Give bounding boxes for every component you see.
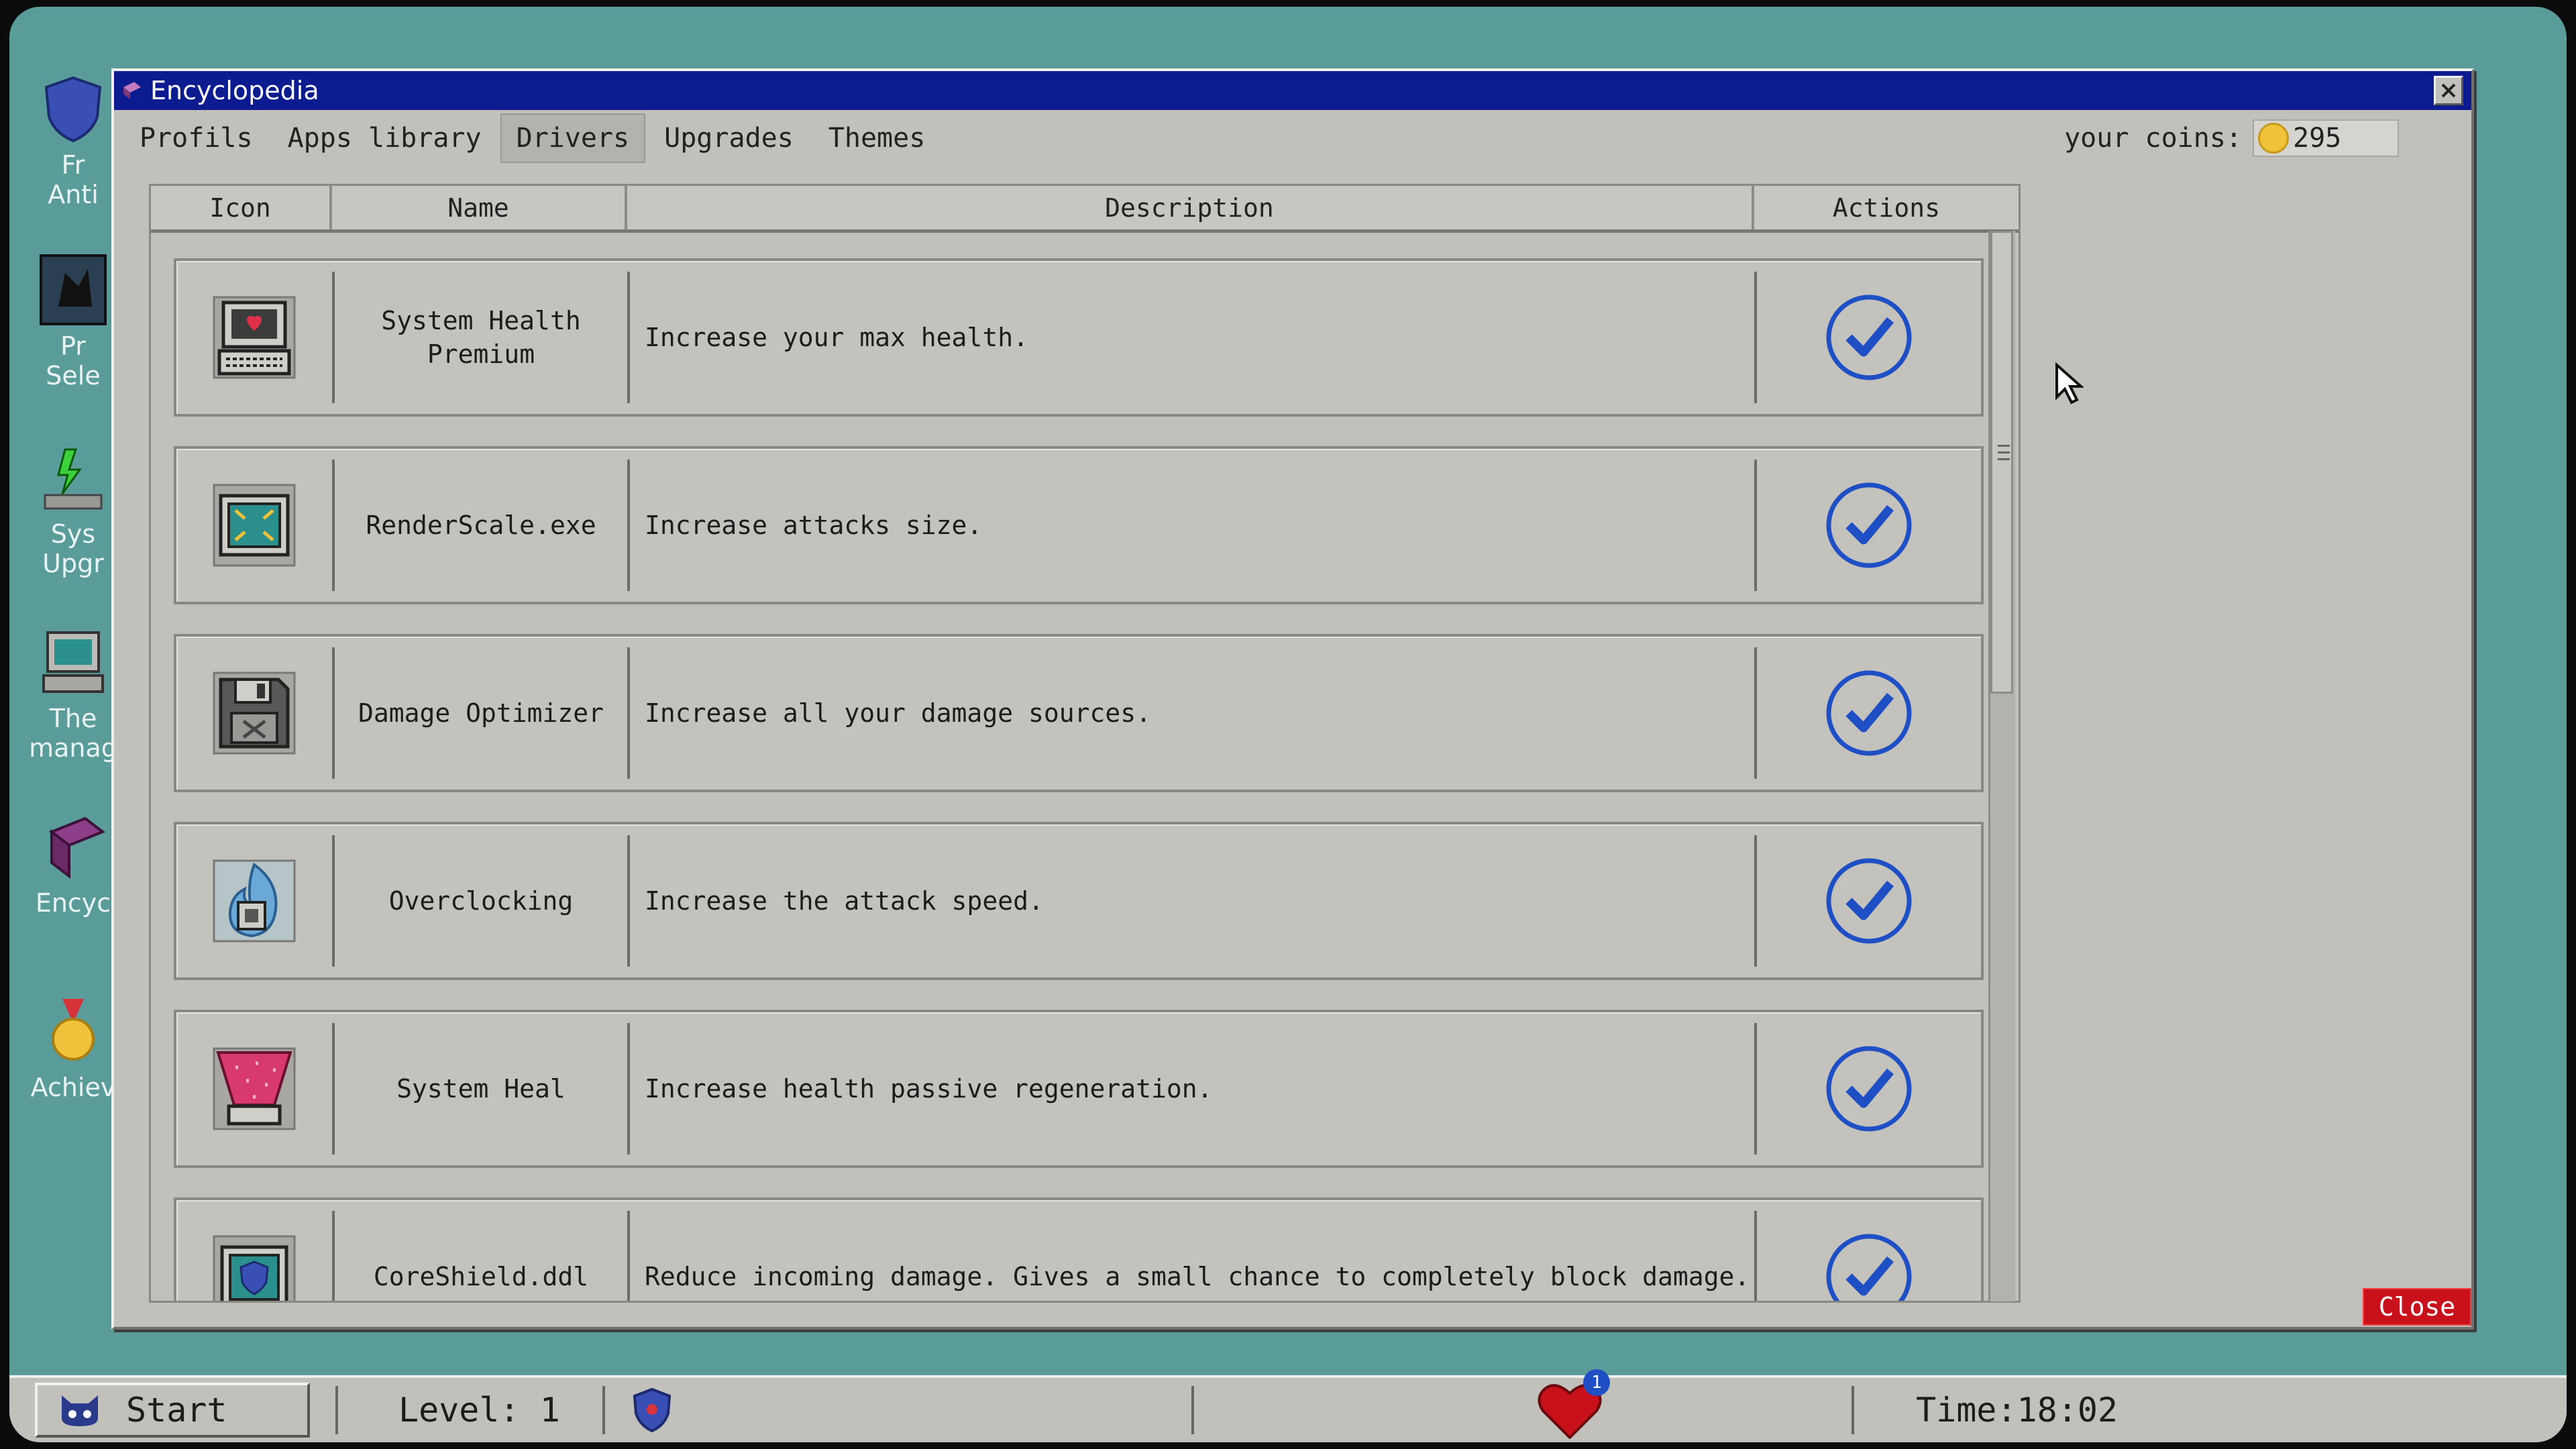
health-monitor-icon <box>213 296 296 379</box>
header-actions[interactable]: Actions <box>1754 186 2019 229</box>
theme-manager-icon <box>38 627 108 697</box>
menu-apps-library[interactable]: Apps library <box>272 113 498 163</box>
vertical-scrollbar[interactable] <box>1988 231 2015 1301</box>
row-description: Increase all your damage sources. <box>630 647 1757 779</box>
header-icon[interactable]: Icon <box>151 186 332 229</box>
row-description: Increase your max health. <box>630 272 1757 403</box>
table-row: System Health Premium Increase your max … <box>174 258 1984 417</box>
drivers-table: Icon Name Description Actions System Hea… <box>149 184 2021 1303</box>
check-button[interactable] <box>1825 1044 1913 1133</box>
row-description: Increase attacks size. <box>630 460 1757 591</box>
row-name: Overclocking <box>335 835 630 967</box>
check-button[interactable] <box>1825 1232 1913 1303</box>
level-indicator: Level: 1 <box>398 1391 560 1430</box>
start-button[interactable]: Start <box>35 1383 310 1438</box>
floppy-disk-icon <box>213 672 296 755</box>
check-button[interactable] <box>1825 293 1913 382</box>
start-label: Start <box>126 1391 227 1430</box>
menu-profils[interactable]: Profils <box>123 113 269 163</box>
game-clock: Time:18:02 <box>1916 1391 2118 1430</box>
health-heart: 1 <box>1538 1369 1610 1439</box>
menu-upgrades[interactable]: Upgrades <box>648 113 810 163</box>
coins-value: 295 <box>2293 123 2342 154</box>
window-titlebar[interactable]: Encyclopedia <box>114 71 2471 110</box>
close-button[interactable]: Close <box>2363 1288 2471 1326</box>
row-description: Increase the attack speed. <box>630 835 1757 967</box>
render-scale-icon <box>213 484 296 567</box>
core-shield-icon <box>213 1235 296 1301</box>
menu-bar: Profils Apps library Drivers Upgrades Th… <box>114 110 2471 166</box>
check-button[interactable] <box>1825 857 1913 945</box>
heal-beam-icon <box>213 1047 296 1130</box>
coins-display: your coins: 295 <box>2064 119 2399 157</box>
medal-icon <box>38 996 108 1066</box>
window-close-button[interactable] <box>2434 76 2463 105</box>
table-row: Overclocking Increase the attack speed. <box>174 822 1984 980</box>
table-rows: System Health Premium Increase your max … <box>174 258 1984 1303</box>
mouse-cursor-icon <box>2055 362 2084 405</box>
check-button[interactable] <box>1825 669 1913 757</box>
table-row: RenderScale.exe Increase attacks size. <box>174 446 1984 604</box>
shield-app-icon <box>38 74 108 144</box>
row-name: System Heal <box>335 1023 630 1155</box>
table-row: Damage Optimizer Increase all your damag… <box>174 634 1984 792</box>
profile-cat-icon <box>38 254 108 325</box>
system-upgrade-icon <box>38 443 108 513</box>
table-row: CoreShield.ddl Reduce incoming damage. G… <box>174 1197 1984 1303</box>
desktop: Fr Anti Pr Sele Sys Upgr The manag Encyc <box>9 7 2567 1442</box>
encyclopedia-window: Encyclopedia Profils Apps library Driver… <box>111 68 2474 1330</box>
book-icon <box>38 812 108 881</box>
row-name: RenderScale.exe <box>335 460 630 591</box>
menu-drivers[interactable]: Drivers <box>500 113 646 163</box>
menu-themes[interactable]: Themes <box>812 113 942 163</box>
window-title: Encyclopedia <box>150 76 319 105</box>
encyclopedia-app-icon <box>121 79 144 102</box>
coins-box: 295 <box>2253 119 2399 157</box>
row-name: System Health Premium <box>335 272 630 403</box>
row-name: Damage Optimizer <box>335 647 630 779</box>
close-icon <box>2441 83 2456 98</box>
flame-chip-icon <box>213 859 296 943</box>
antivirus-shield-icon[interactable] <box>631 1387 674 1434</box>
coins-label: your coins: <box>2064 123 2242 154</box>
header-name[interactable]: Name <box>332 186 627 229</box>
header-description[interactable]: Description <box>627 186 1754 229</box>
row-description: Increase health passive regeneration. <box>630 1023 1757 1155</box>
heart-badge: 1 <box>1583 1369 1610 1396</box>
cat-logo-icon <box>58 1391 102 1429</box>
scrollbar-thumb[interactable] <box>1990 231 2013 694</box>
check-button[interactable] <box>1825 481 1913 570</box>
coin-icon <box>2258 123 2289 154</box>
table-header: Icon Name Description Actions <box>151 186 2019 233</box>
taskbar: Start Level: 1 1 Time:18:02 <box>9 1369 2567 1442</box>
row-name: CoreShield.ddl <box>335 1211 630 1301</box>
row-description: Reduce incoming damage. Gives a small ch… <box>630 1211 1757 1301</box>
table-row: System Heal Increase health passive rege… <box>174 1010 1984 1168</box>
